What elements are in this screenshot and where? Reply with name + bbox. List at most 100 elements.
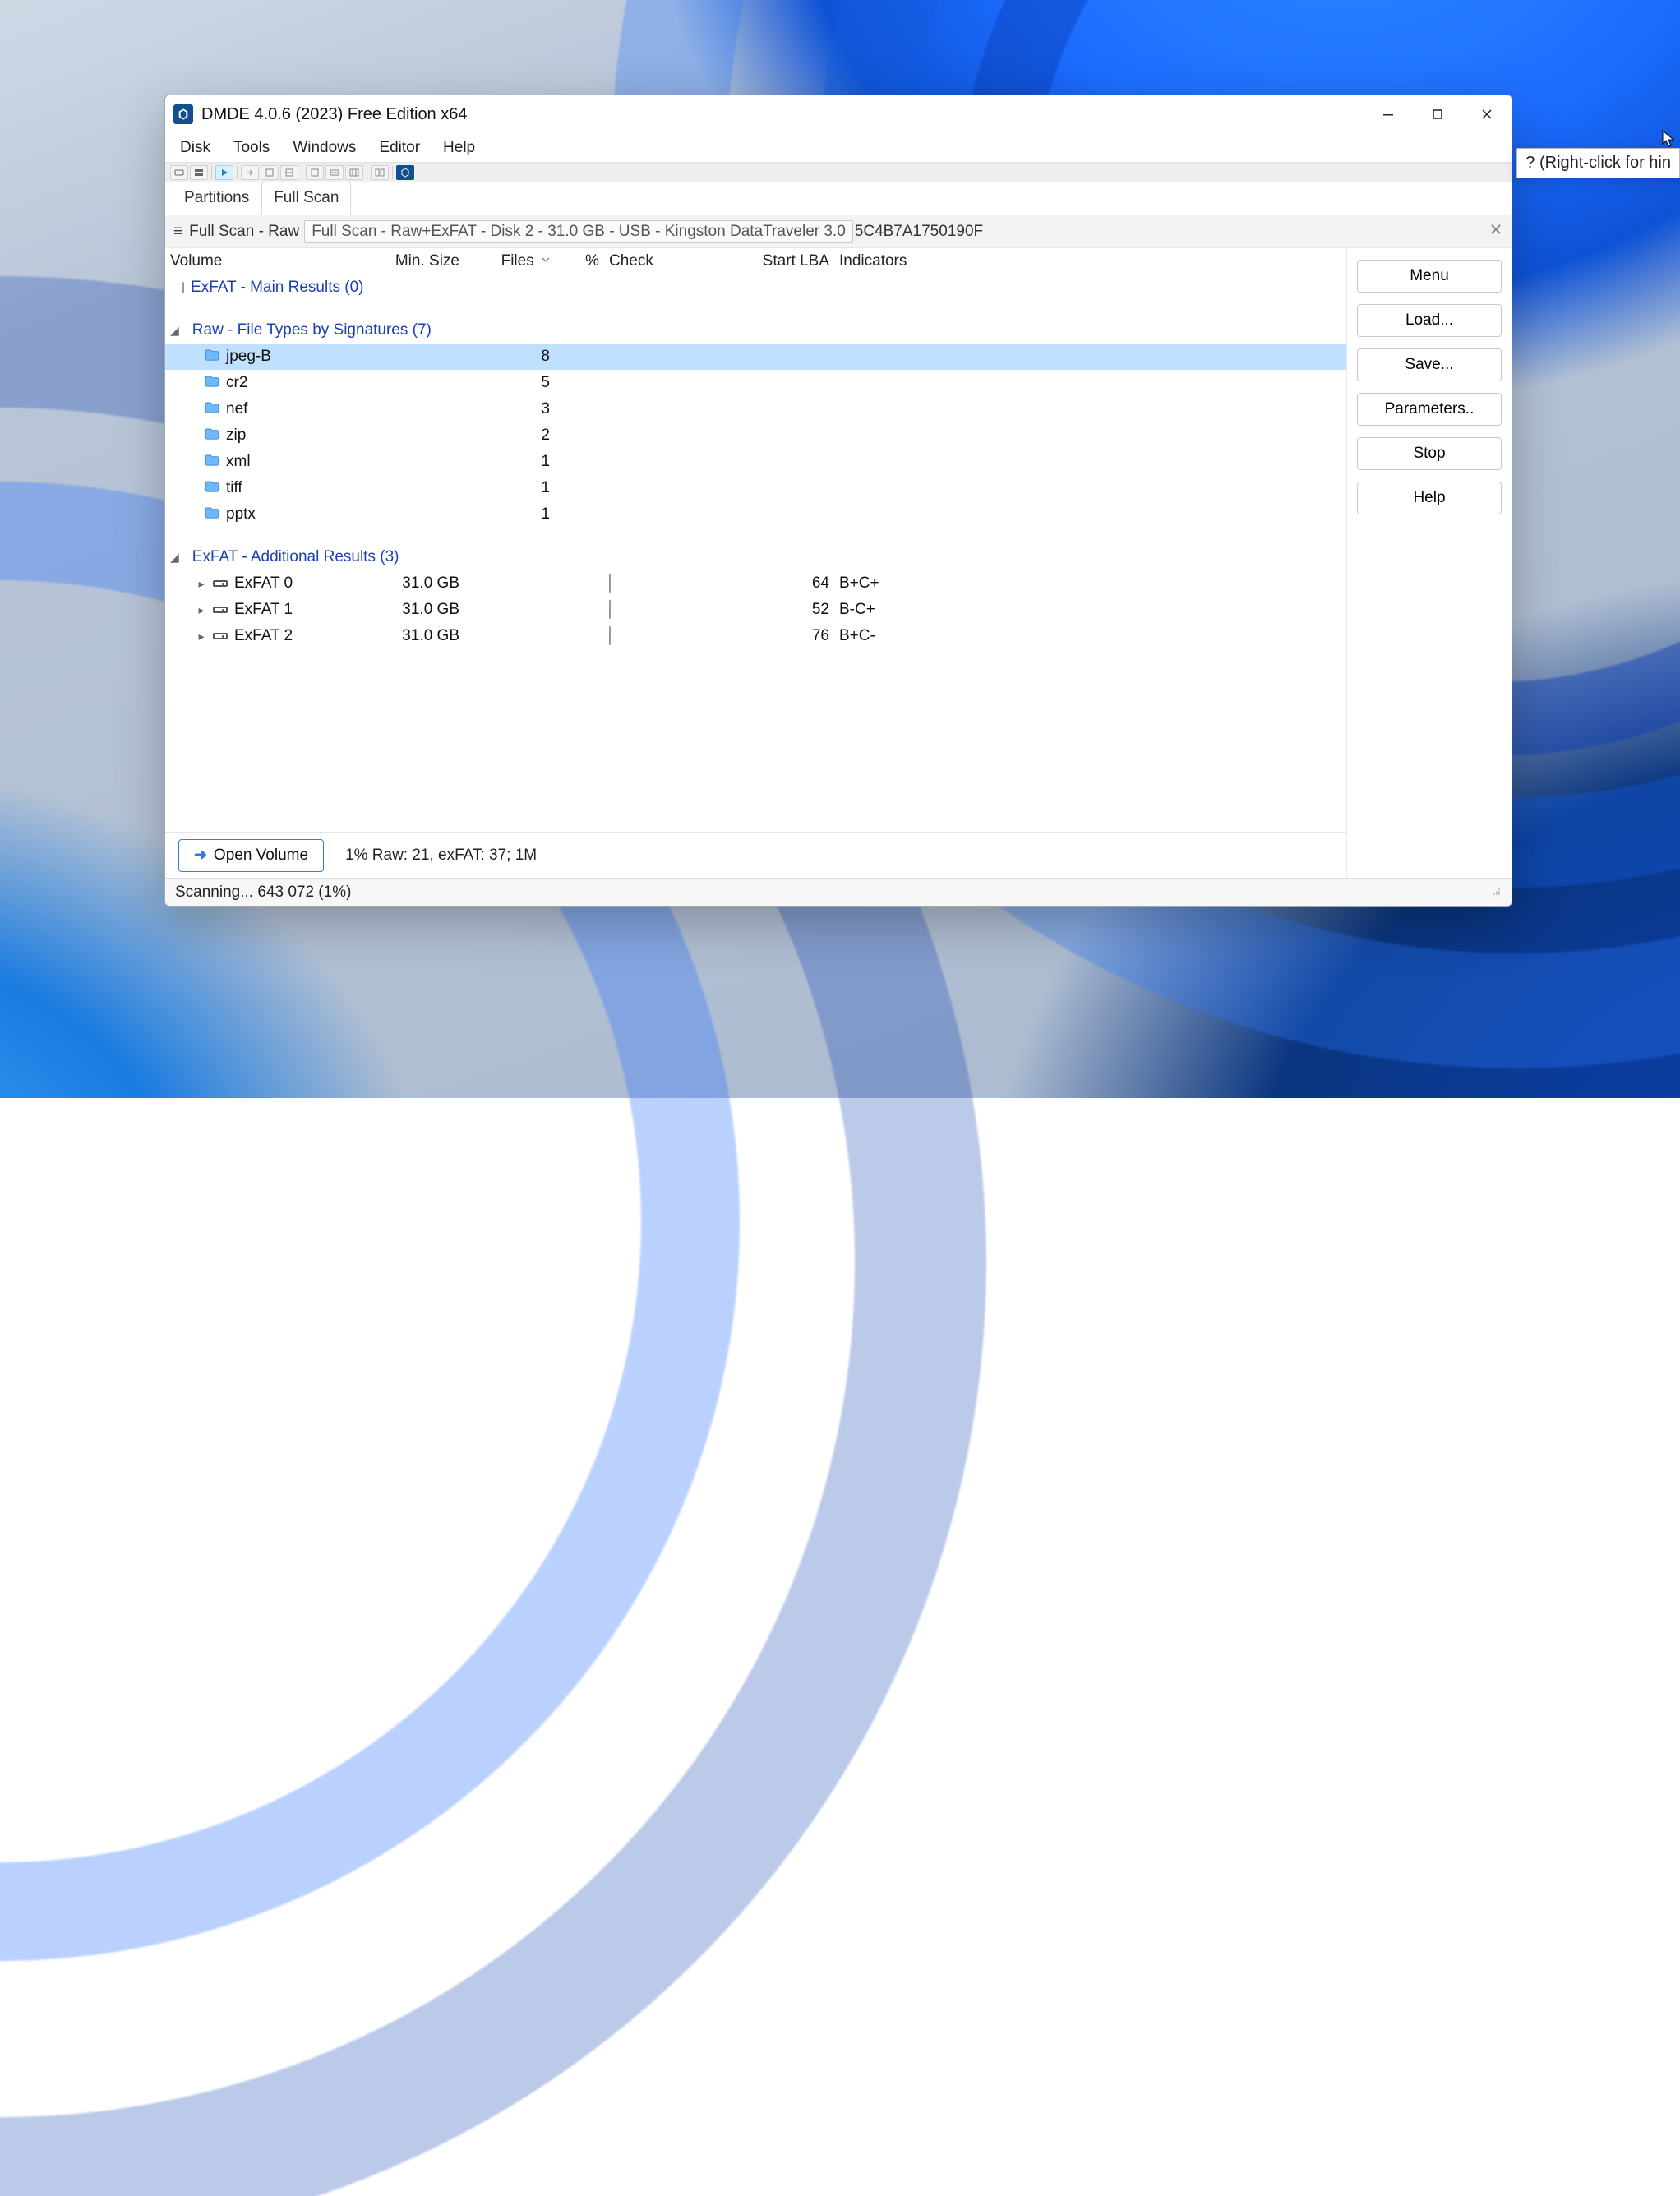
volume-name: ExFAT 2	[234, 627, 293, 645]
folder-icon	[205, 479, 219, 497]
filetype-row[interactable]: nef3	[165, 396, 1346, 422]
indicators: B-C+	[834, 601, 1346, 619]
filetype-name: cr2	[226, 374, 247, 392]
group-raw-signatures[interactable]: ◢ Raw - File Types by Signatures (7)	[165, 317, 1346, 344]
load-button[interactable]: Load...	[1357, 304, 1502, 337]
toolbar-button-6[interactable]	[306, 165, 324, 180]
indicators: B+C-	[834, 627, 1346, 645]
maximize-button[interactable]	[1413, 95, 1462, 133]
col-files[interactable]: Files	[464, 252, 555, 270]
group-additional-results[interactable]: ◢ ExFAT - Additional Results (3)	[165, 544, 1346, 570]
drive-icon	[213, 580, 228, 587]
expand-caret-icon[interactable]: ◢	[170, 324, 179, 338]
filetype-row[interactable]: xml 1	[165, 449, 1346, 475]
files-count: 2	[464, 427, 555, 445]
toolbar-button-9[interactable]	[371, 165, 389, 180]
group-main-results[interactable]: ▸ ExFAT - Main Results (0)	[165, 274, 1346, 301]
check-progress-bar	[609, 574, 611, 593]
tab-full-scan[interactable]: Full Scan	[261, 182, 351, 215]
close-button[interactable]	[1462, 95, 1512, 133]
folder-icon	[205, 427, 219, 445]
filetype-row[interactable]: pptx1	[165, 501, 1346, 528]
expand-arrow-icon[interactable]: ▸	[196, 577, 206, 591]
menu-windows[interactable]: Windows	[289, 136, 359, 160]
arrow-right-icon: ➜	[194, 846, 207, 865]
filetype-row[interactable]: jpeg-B8	[165, 344, 1346, 370]
toolbar-button-5[interactable]	[280, 165, 298, 180]
toolbar-play-button[interactable]	[215, 165, 233, 180]
folder-icon	[205, 400, 219, 418]
expand-caret-icon[interactable]: ◢	[170, 551, 179, 565]
open-volume-label: Open Volume	[214, 847, 308, 865]
results-grid: Volume Min. Size Files % Check Start LBA…	[165, 248, 1347, 878]
scan-progress-text: 1% Raw: 21, exFAT: 37; 1M	[345, 847, 537, 865]
stop-button[interactable]: Stop	[1357, 437, 1502, 470]
col-startlba[interactable]: Start LBA	[695, 252, 834, 270]
volume-size: 31.0 GB	[349, 574, 464, 593]
content-area: Volume Min. Size Files % Check Start LBA…	[165, 248, 1512, 878]
action-sidebar: Menu Load... Save... Parameters.. Stop H…	[1347, 248, 1512, 878]
col-volume[interactable]: Volume	[165, 252, 349, 270]
filetype-name: xml	[226, 453, 251, 471]
check-progress-bar	[609, 626, 611, 645]
scan-breadcrumb: ≡ Full Scan - Raw Full Scan - Raw+ExFAT …	[165, 215, 1512, 248]
filetype-name: jpeg-B	[226, 348, 271, 366]
menu-button[interactable]: Menu	[1357, 260, 1502, 293]
filetype-row[interactable]: tiff1	[165, 475, 1346, 501]
volume-row[interactable]: ▸ExFAT 031.0 GB64B+C+	[165, 570, 1346, 597]
col-minsize[interactable]: Min. Size	[349, 252, 464, 270]
toolbar-button-2[interactable]	[190, 165, 208, 180]
rows-container[interactable]: ▸ ExFAT - Main Results (0) ◢ Raw - File …	[165, 274, 1346, 832]
col-check[interactable]: Check	[604, 252, 695, 270]
minimize-button[interactable]	[1364, 95, 1413, 133]
expand-arrow-icon[interactable]: ▸	[196, 630, 206, 644]
expand-arrow-icon[interactable]: ▸	[196, 603, 206, 617]
app-icon	[173, 104, 193, 124]
help-button[interactable]: Help	[1357, 482, 1502, 514]
group-label: ExFAT - Additional Results (3)	[192, 548, 399, 566]
folder-icon	[205, 453, 219, 471]
menu-editor[interactable]: Editor	[376, 136, 423, 160]
statusbar-text: Scanning... 643 072 (1%)	[175, 883, 351, 902]
filetype-name: nef	[226, 400, 247, 418]
column-headers: Volume Min. Size Files % Check Start LBA…	[165, 248, 1346, 274]
menu-tools[interactable]: Tools	[230, 136, 273, 160]
save-button[interactable]: Save...	[1357, 348, 1502, 381]
open-volume-button[interactable]: ➜ Open Volume	[178, 839, 324, 872]
files-count: 1	[464, 479, 555, 497]
toolbar-button-7[interactable]	[325, 165, 344, 180]
toolbar-button-3[interactable]	[241, 165, 259, 180]
files-count: 1	[464, 453, 555, 471]
folder-icon	[205, 374, 219, 392]
resize-grip-icon[interactable]	[1490, 883, 1502, 902]
parameters-button[interactable]: Parameters..	[1357, 393, 1502, 426]
hamburger-icon[interactable]: ≡	[173, 223, 182, 241]
filetype-row[interactable]: cr25	[165, 370, 1346, 396]
indicators: B+C+	[834, 574, 1346, 593]
menu-help[interactable]: Help	[440, 136, 478, 160]
filetype-name: zip	[226, 427, 246, 445]
toolbar-button-8[interactable]	[345, 165, 363, 180]
col-indicators[interactable]: Indicators	[834, 252, 1346, 270]
volume-row[interactable]: ▸ExFAT 131.0 GB52B-C+	[165, 597, 1346, 623]
col-percent[interactable]: %	[555, 252, 604, 270]
volume-size: 31.0 GB	[349, 627, 464, 645]
folder-icon	[205, 505, 219, 524]
menu-disk[interactable]: Disk	[177, 136, 214, 160]
close-tab-icon[interactable]	[1488, 222, 1503, 237]
drive-icon	[213, 607, 228, 613]
start-lba: 52	[695, 601, 834, 619]
toolbar-button-1[interactable]	[170, 165, 188, 180]
folder-icon	[205, 348, 219, 366]
checkbox[interactable]	[182, 282, 184, 293]
toolbar-button-4[interactable]	[261, 165, 279, 180]
titlebar[interactable]: DMDE 4.0.6 (2023) Free Edition x64	[165, 95, 1512, 133]
filetype-row[interactable]: zip 2	[165, 422, 1346, 449]
group-label: Raw - File Types by Signatures (7)	[192, 321, 432, 339]
tab-partitions[interactable]: Partitions	[172, 182, 261, 215]
volume-row[interactable]: ▸ ExFAT 2 31.0 GB 76B+C-	[165, 623, 1346, 649]
sort-caret-icon	[542, 251, 550, 269]
scan-title-tooltip: Full Scan - Raw+ExFAT - Disk 2 - 31.0 GB…	[304, 220, 853, 243]
start-lba: 76	[695, 627, 834, 645]
toolbar-brand-button[interactable]	[396, 165, 414, 180]
